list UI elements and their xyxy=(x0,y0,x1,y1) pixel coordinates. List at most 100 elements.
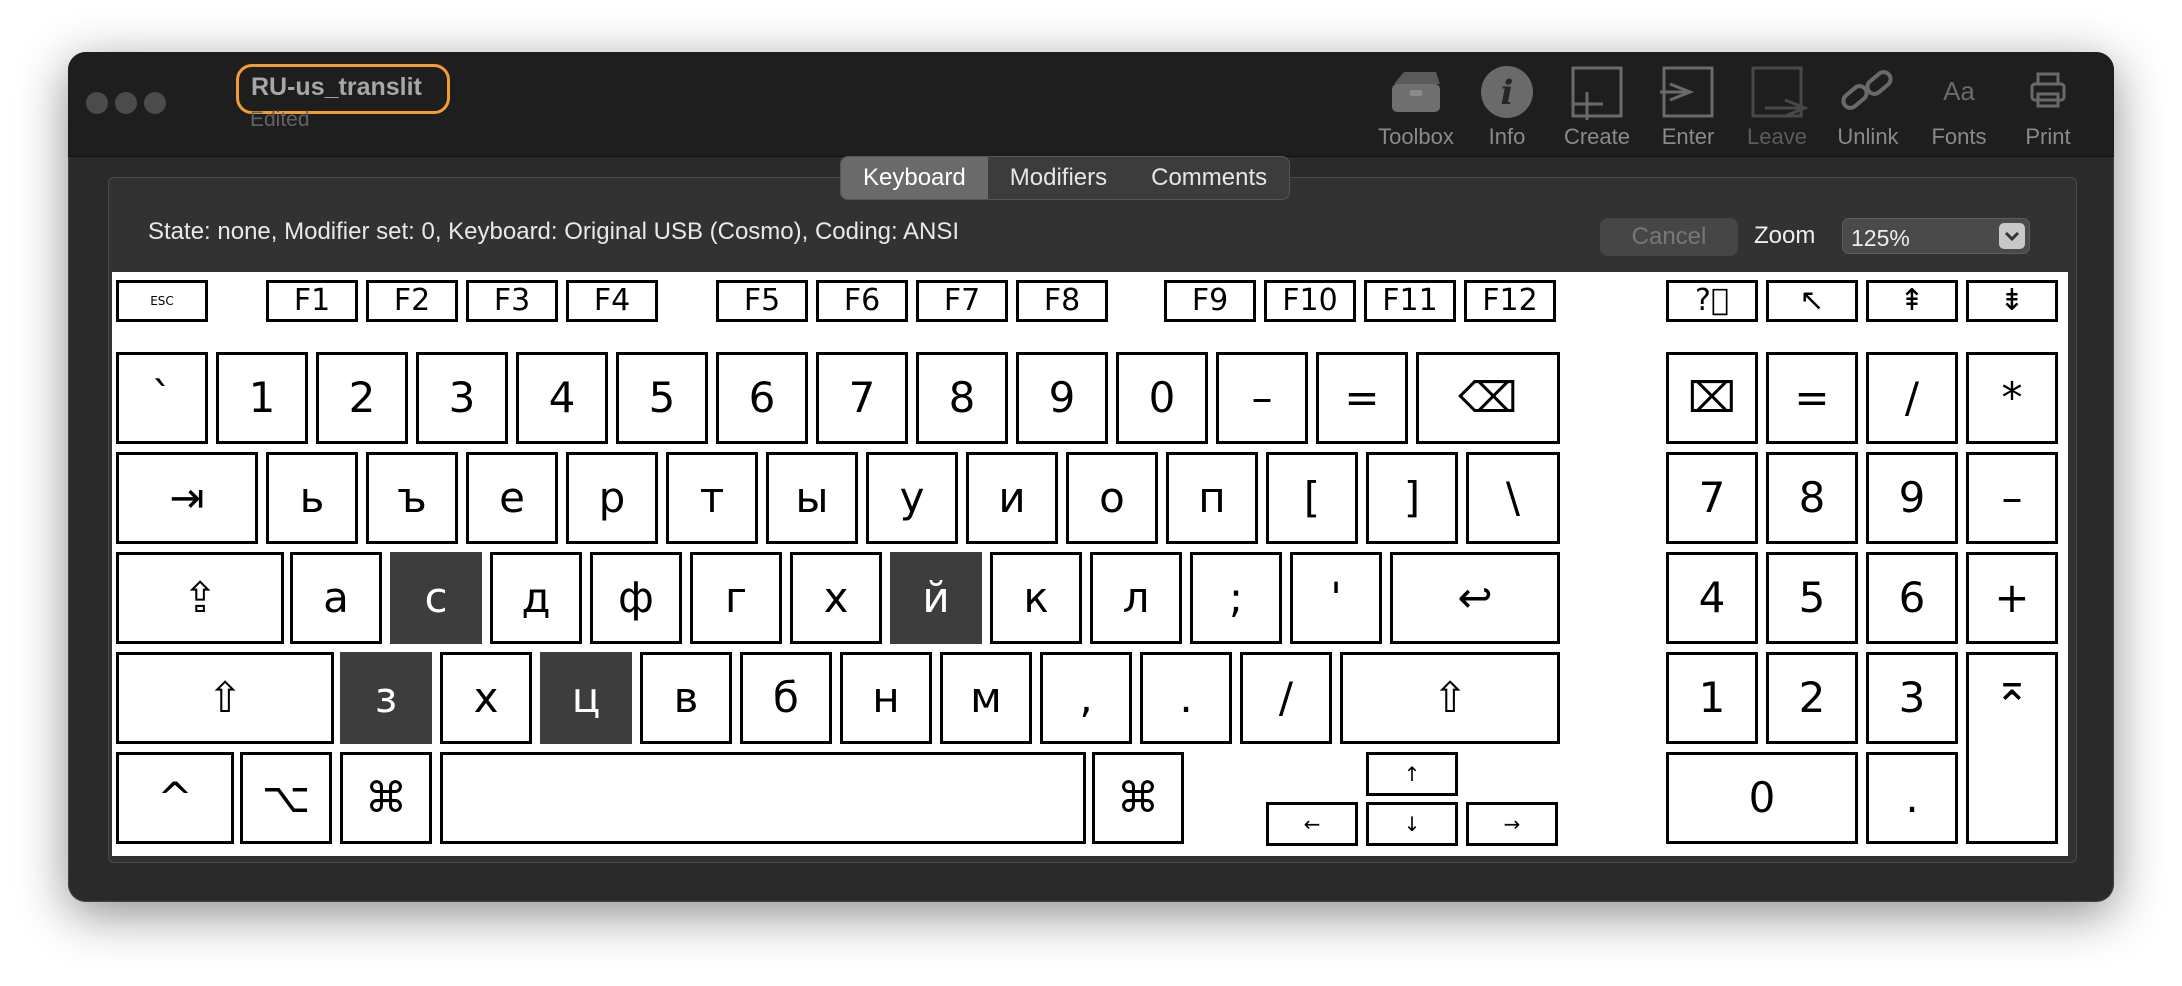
cancel-button[interactable]: Cancel xyxy=(1600,218,1738,256)
key-number-row-11[interactable]: – xyxy=(1216,352,1308,444)
key-bottom-row-15[interactable]: ⌅ xyxy=(1966,652,2058,844)
key-number-row-4[interactable]: 4 xyxy=(516,352,608,444)
key-function-row-6[interactable]: F6 xyxy=(816,280,908,322)
key-number-row-13[interactable]: ⌫ xyxy=(1416,352,1560,444)
key-bottom-row-5[interactable]: б xyxy=(740,652,832,744)
key-function-row-7[interactable]: F7 xyxy=(916,280,1008,322)
key-home-row-11[interactable]: ' xyxy=(1290,552,1382,644)
key-space-row-1[interactable]: ⌥ xyxy=(240,752,332,844)
key-space-row-10[interactable]: . xyxy=(1866,752,1958,844)
leave-button[interactable]: Leave xyxy=(1729,64,1825,154)
key-bottom-row-9[interactable]: . xyxy=(1140,652,1232,744)
key-number-row-0[interactable]: ` xyxy=(116,352,208,444)
key-space-row-6[interactable]: ← xyxy=(1266,802,1358,846)
create-button[interactable]: Create xyxy=(1549,64,1645,154)
key-space-row-4[interactable]: ⌘ xyxy=(1092,752,1184,844)
key-number-row-3[interactable]: 3 xyxy=(416,352,508,444)
key-top-row-10[interactable]: п xyxy=(1166,452,1258,544)
key-bottom-row-4[interactable]: в xyxy=(640,652,732,744)
info-button[interactable]: i Info xyxy=(1459,64,1555,154)
key-top-row-2[interactable]: ъ xyxy=(366,452,458,544)
key-bottom-row-13[interactable]: 2 xyxy=(1766,652,1858,744)
key-top-row-17[interactable]: – xyxy=(1966,452,2058,544)
key-top-row-5[interactable]: т xyxy=(666,452,758,544)
zoom-select[interactable]: 125% xyxy=(1842,218,2030,254)
tab-keyboard[interactable]: Keyboard xyxy=(841,157,988,199)
key-space-row-9[interactable]: 0 xyxy=(1666,752,1858,844)
key-top-row-15[interactable]: 8 xyxy=(1766,452,1858,544)
key-home-row-4[interactable]: ф xyxy=(590,552,682,644)
key-home-row-16[interactable]: + xyxy=(1966,552,2058,644)
key-home-row-8[interactable]: к xyxy=(990,552,1082,644)
key-function-row-15[interactable]: ⇞ xyxy=(1866,280,1958,322)
key-space-row-5[interactable]: ↑ xyxy=(1366,752,1458,796)
zoom-window-button[interactable] xyxy=(144,92,166,114)
key-function-row-3[interactable]: F3 xyxy=(466,280,558,322)
key-function-row-12[interactable]: F12 xyxy=(1464,280,1556,322)
key-function-row-2[interactable]: F2 xyxy=(366,280,458,322)
key-function-row-13[interactable]: ?⃝ xyxy=(1666,280,1758,322)
key-top-row-0[interactable]: ⇥ xyxy=(116,452,258,544)
key-bottom-row-0[interactable]: ⇧ xyxy=(116,652,334,744)
key-space-row-0[interactable]: ^ xyxy=(116,752,234,844)
toolbox-button[interactable]: Toolbox xyxy=(1368,64,1464,154)
key-home-row-3[interactable]: д xyxy=(490,552,582,644)
key-function-row-11[interactable]: F11 xyxy=(1364,280,1456,322)
close-window-button[interactable] xyxy=(86,92,108,114)
key-home-row-2[interactable]: с xyxy=(390,552,482,644)
key-bottom-row-8[interactable]: , xyxy=(1040,652,1132,744)
key-number-row-15[interactable]: = xyxy=(1766,352,1858,444)
key-top-row-3[interactable]: е xyxy=(466,452,558,544)
key-bottom-row-14[interactable]: 3 xyxy=(1866,652,1958,744)
key-top-row-13[interactable]: \ xyxy=(1466,452,1560,544)
print-button[interactable]: Print xyxy=(2000,64,2096,154)
key-top-row-4[interactable]: р xyxy=(566,452,658,544)
tab-modifiers[interactable]: Modifiers xyxy=(988,157,1129,199)
key-home-row-6[interactable]: х xyxy=(790,552,882,644)
key-home-row-0[interactable]: ⇪ xyxy=(116,552,284,644)
key-function-row-4[interactable]: F4 xyxy=(566,280,658,322)
key-home-row-5[interactable]: г xyxy=(690,552,782,644)
key-home-row-15[interactable]: 6 xyxy=(1866,552,1958,644)
key-bottom-row-3[interactable]: ц xyxy=(540,652,632,744)
key-function-row-5[interactable]: F5 xyxy=(716,280,808,322)
key-top-row-12[interactable]: ] xyxy=(1366,452,1458,544)
key-space-row-3[interactable] xyxy=(440,752,1086,844)
key-top-row-16[interactable]: 9 xyxy=(1866,452,1958,544)
minimize-window-button[interactable] xyxy=(115,92,137,114)
key-number-row-12[interactable]: = xyxy=(1316,352,1408,444)
key-bottom-row-2[interactable]: х xyxy=(440,652,532,744)
key-home-row-10[interactable]: ; xyxy=(1190,552,1282,644)
key-bottom-row-12[interactable]: 1 xyxy=(1666,652,1758,744)
key-top-row-11[interactable]: [ xyxy=(1266,452,1358,544)
key-number-row-2[interactable]: 2 xyxy=(316,352,408,444)
key-function-row-16[interactable]: ⇟ xyxy=(1966,280,2058,322)
key-number-row-5[interactable]: 5 xyxy=(616,352,708,444)
key-bottom-row-11[interactable]: ⇧ xyxy=(1340,652,1560,744)
key-space-row-2[interactable]: ⌘ xyxy=(340,752,432,844)
key-top-row-6[interactable]: ы xyxy=(766,452,858,544)
fonts-button[interactable]: Aa Fonts xyxy=(1911,64,2007,154)
key-home-row-12[interactable]: ↩ xyxy=(1390,552,1560,644)
key-number-row-8[interactable]: 8 xyxy=(916,352,1008,444)
key-home-row-9[interactable]: л xyxy=(1090,552,1182,644)
key-number-row-17[interactable]: * xyxy=(1966,352,2058,444)
key-top-row-1[interactable]: ь xyxy=(266,452,358,544)
key-function-row-14[interactable]: ↖ xyxy=(1766,280,1858,322)
key-number-row-1[interactable]: 1 xyxy=(216,352,308,444)
key-space-row-7[interactable]: ↓ xyxy=(1366,802,1458,846)
key-function-row-1[interactable]: F1 xyxy=(266,280,358,322)
key-bottom-row-1[interactable]: з xyxy=(340,652,432,744)
key-number-row-10[interactable]: 0 xyxy=(1116,352,1208,444)
key-top-row-7[interactable]: у xyxy=(866,452,958,544)
key-function-row-8[interactable]: F8 xyxy=(1016,280,1108,322)
key-home-row-1[interactable]: а xyxy=(290,552,382,644)
key-number-row-9[interactable]: 9 xyxy=(1016,352,1108,444)
tab-comments[interactable]: Comments xyxy=(1129,157,1289,199)
key-function-row-0[interactable]: ESC xyxy=(116,280,208,322)
key-top-row-9[interactable]: о xyxy=(1066,452,1158,544)
key-top-row-8[interactable]: и xyxy=(966,452,1058,544)
key-bottom-row-6[interactable]: н xyxy=(840,652,932,744)
key-function-row-10[interactable]: F10 xyxy=(1264,280,1356,322)
key-function-row-9[interactable]: F9 xyxy=(1164,280,1256,322)
